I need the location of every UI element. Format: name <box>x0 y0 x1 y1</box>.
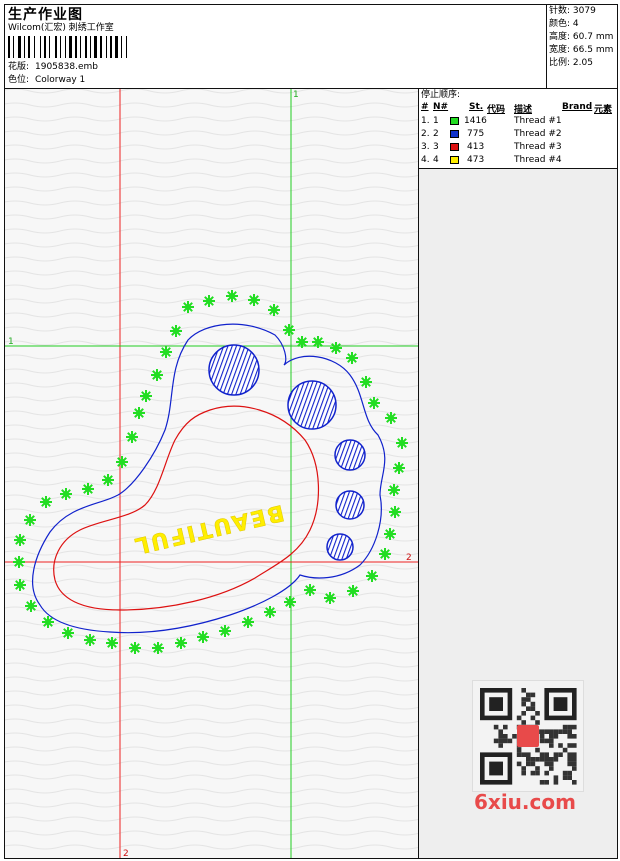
star-motif <box>129 642 141 654</box>
star-motif <box>25 600 37 612</box>
star-motif <box>226 290 238 302</box>
colorway-label: 色位: <box>8 75 30 85</box>
star-motif <box>82 483 94 495</box>
star-motif <box>296 336 308 348</box>
col-brand: Brand <box>562 102 593 112</box>
star-motif <box>347 585 359 597</box>
stat-scale: 比例: 2.05 <box>549 58 593 68</box>
col-n: N# <box>433 102 449 112</box>
star-motif <box>14 579 26 591</box>
toe-2 <box>287 380 337 430</box>
guide-label: 1 <box>8 337 14 347</box>
star-motif <box>182 301 194 313</box>
col-st: St. <box>469 102 484 112</box>
star-motif <box>366 570 378 582</box>
guide-label: 2 <box>406 553 412 563</box>
color-swatch <box>450 130 459 138</box>
star-motif <box>268 304 280 316</box>
col-desc: 描述 <box>514 105 533 115</box>
color-swatch <box>450 143 459 151</box>
stat-height: 高度: 60.7 mm <box>549 32 614 42</box>
toe-1 <box>208 344 260 396</box>
guide-label: 1 <box>293 90 299 100</box>
star-motif <box>13 556 25 568</box>
star-motif <box>360 376 372 388</box>
stat-stitches: 针数: 3079 <box>549 6 596 16</box>
guide-label: 2 <box>123 849 129 858</box>
star-motif <box>126 431 138 443</box>
col-element: 元素 <box>594 105 613 115</box>
stop-table-title: 停止顺序: <box>421 90 461 100</box>
col-code: 代码 <box>487 105 506 115</box>
stats-block: 针数: 3079 颜色: 4 高度: 60.7 mm 宽度: 66.5 mm 比… <box>549 5 613 70</box>
star-motif <box>152 642 164 654</box>
star-motif <box>60 488 72 500</box>
star-motif <box>324 592 336 604</box>
watermark-text: 6xiu.com <box>474 790 576 814</box>
star-motif <box>284 596 296 608</box>
star-motif <box>116 456 128 468</box>
star-motif <box>312 336 324 348</box>
star-motif <box>385 412 397 424</box>
star-motif <box>203 295 215 307</box>
star-motif <box>42 616 54 628</box>
stat-colors: 颜色: 4 <box>549 19 579 29</box>
star-motif <box>62 627 74 639</box>
stats-divider <box>546 4 547 89</box>
col-num: # <box>421 102 429 112</box>
star-motif <box>346 352 358 364</box>
star-motif <box>384 528 396 540</box>
fabric-background <box>5 89 418 858</box>
star-motif <box>197 631 209 643</box>
toe-5 <box>326 533 354 561</box>
star-motif <box>393 462 405 474</box>
page-title: 生产作业图 <box>8 7 83 23</box>
star-motif <box>175 637 187 649</box>
star-motif <box>102 474 114 486</box>
star-motif <box>242 616 254 628</box>
color-swatch <box>450 156 459 164</box>
qr-code <box>472 680 584 792</box>
star-motif <box>219 625 231 637</box>
star-motif <box>140 390 152 402</box>
star-motif <box>304 584 316 596</box>
star-motif <box>389 506 401 518</box>
company-name: Wilcom(汇宏) 刺绣工作室 <box>8 23 114 33</box>
star-motif <box>84 634 96 646</box>
stat-width: 宽度: 66.5 mm <box>549 45 614 55</box>
star-motif <box>133 407 145 419</box>
star-motif <box>151 369 163 381</box>
star-motif <box>379 548 391 560</box>
barcode <box>8 36 127 58</box>
design-canvas: 1 1 2 2 BEAUTIFUL <box>5 89 418 858</box>
design-label: 花版: <box>8 62 30 72</box>
star-motif <box>160 346 172 358</box>
star-motif <box>24 514 36 526</box>
star-motif <box>106 637 118 649</box>
star-motif <box>368 397 380 409</box>
design-value: 1905838.emb <box>35 62 98 72</box>
star-motif <box>40 496 52 508</box>
star-motif <box>396 437 408 449</box>
colorway-value: Colorway 1 <box>35 75 86 85</box>
star-motif <box>248 294 260 306</box>
star-motif <box>264 606 276 618</box>
star-motif <box>14 534 26 546</box>
star-motif <box>330 342 342 354</box>
star-motif <box>170 325 182 337</box>
star-motif <box>388 484 400 496</box>
color-swatch <box>450 117 459 125</box>
toe-3 <box>334 439 366 471</box>
toe-4 <box>335 490 365 520</box>
star-motif <box>283 324 295 336</box>
